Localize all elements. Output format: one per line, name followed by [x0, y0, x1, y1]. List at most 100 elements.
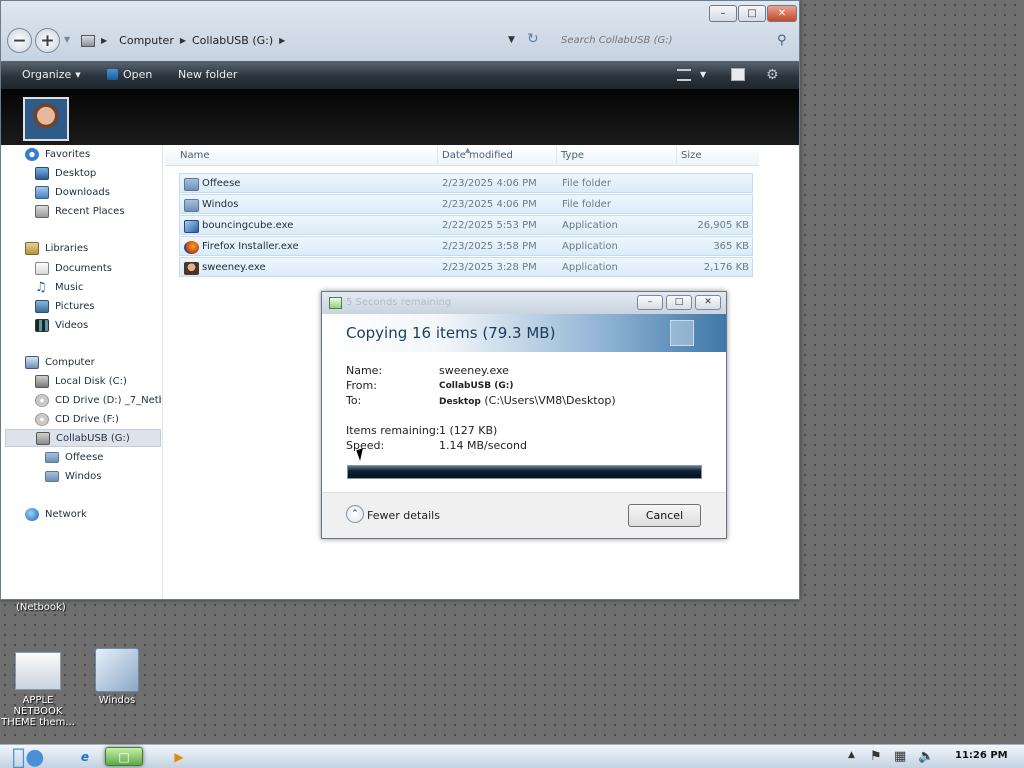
fewer-details-link[interactable]: Fewer details [367, 509, 440, 522]
view-options-icon[interactable] [677, 69, 691, 81]
computer-icon [81, 34, 95, 47]
nav-videos[interactable]: Videos [35, 316, 88, 334]
column-size[interactable]: Size [681, 150, 702, 161]
cancel-button[interactable]: Cancel [628, 504, 701, 527]
media-player-icon[interactable]: ▶ [162, 747, 196, 766]
from-value[interactable]: CollabUSB (G:) [439, 381, 513, 391]
nav-label: Network [45, 508, 87, 520]
nav-music[interactable]: Music [35, 278, 83, 296]
help-icon[interactable]: ⚙ [766, 67, 779, 83]
nav-folder-offeese[interactable]: Offeese [45, 448, 103, 466]
items-remaining-label: Items remaining: [346, 424, 440, 437]
column-date-modified[interactable]: Date modified [442, 150, 513, 161]
maximize-button[interactable]: □ [738, 5, 766, 22]
column-divider[interactable] [437, 146, 438, 166]
minimize-button[interactable]: – [709, 5, 737, 22]
nav-network[interactable]: Network [25, 505, 87, 523]
forward-button[interactable]: + [35, 28, 60, 53]
start-apple-icon[interactable]: ● [12, 745, 44, 768]
nav-local-disk-c[interactable]: Local Disk (C:) [35, 372, 127, 390]
back-button[interactable]: − [7, 28, 32, 53]
column-divider[interactable] [556, 146, 557, 166]
internet-explorer-icon[interactable]: e [68, 747, 102, 766]
nav-favorites[interactable]: Favorites [25, 145, 90, 163]
clock[interactable]: 11:26 PM [955, 750, 1008, 761]
theme-document-icon[interactable] [15, 652, 61, 690]
file-row-bouncingcube[interactable]: bouncingcube.exe 2/22/2025 5:53 PM Appli… [179, 215, 753, 235]
folder-icon[interactable] [95, 648, 139, 692]
taskbar-explorer-button[interactable]: □ [105, 747, 143, 766]
breadcrumb-computer[interactable]: Computer [119, 34, 174, 47]
file-size: 2,176 KB [703, 262, 749, 273]
from-label: From: [346, 379, 377, 392]
column-divider[interactable] [676, 146, 677, 166]
nav-pictures[interactable]: Pictures [35, 297, 95, 315]
column-name[interactable]: Name [180, 150, 210, 161]
cd-drive-icon [35, 412, 49, 426]
folder-icon [184, 178, 199, 191]
nav-desktop[interactable]: Desktop [35, 164, 96, 182]
chevron-down-icon[interactable]: ▼ [700, 70, 706, 79]
file-row-windos[interactable]: Windos 2/23/2025 4:06 PM File folder [179, 194, 753, 214]
chevron-right-icon[interactable]: ▶ [180, 36, 186, 45]
dialog-close-button[interactable]: ✕ [695, 295, 721, 310]
to-value-path: (C:\Users\VM8\Desktop) [484, 394, 616, 407]
file-row-sweeney[interactable]: sweeney.exe 2/23/2025 3:28 PM Applicatio… [179, 257, 753, 277]
cd-drive-icon [35, 393, 49, 407]
nav-collabusb-g[interactable]: CollabUSB (G:) [5, 429, 161, 447]
nav-libraries[interactable]: Libraries [25, 239, 88, 257]
new-folder-button[interactable]: New folder [178, 68, 237, 81]
network-tray-icon[interactable]: ▦ [894, 749, 906, 764]
desktop-icon-label[interactable]: Windos [90, 695, 144, 706]
file-row-firefox-installer[interactable]: Firefox Installer.exe 2/23/2025 3:58 PM … [179, 236, 753, 256]
cube-app-icon [184, 220, 199, 233]
search-input[interactable] [561, 35, 771, 46]
nav-downloads[interactable]: Downloads [35, 183, 110, 201]
hard-disk-icon [35, 374, 49, 388]
name-value: sweeney.exe [439, 364, 509, 377]
recent-pages-dropdown[interactable]: ▼ [64, 35, 70, 44]
taskbar: ● e □ ▶ ▲ ⚑ ▦ 🔈 11:26 PM [0, 744, 1024, 768]
dialog-maximize-button[interactable]: □ [666, 295, 692, 310]
nav-cd-drive-d[interactable]: CD Drive (D:) _7_Netbo [35, 391, 161, 409]
nav-folder-windos[interactable]: Windos [45, 467, 101, 485]
file-type: File folder [562, 199, 611, 210]
chevron-right-icon[interactable]: ▶ [101, 36, 107, 45]
flag-icon[interactable]: ⚑ [870, 749, 882, 764]
speed-value: 1.14 MB/second [439, 439, 527, 452]
address-bar[interactable]: ▶ Computer ▶ CollabUSB (G:) ▶ [77, 29, 547, 52]
file-type: Application [562, 241, 618, 252]
chevron-up-icon[interactable]: ⌃ [346, 505, 364, 523]
column-header: ▲ Name Date modified Type Size [165, 146, 759, 166]
window-controls: – □ ✕ [708, 5, 797, 22]
preview-pane-icon[interactable] [731, 68, 745, 81]
file-row-offeese[interactable]: Offeese 2/23/2025 4:06 PM File folder [179, 173, 753, 193]
refresh-icon[interactable]: ↻ [527, 31, 539, 47]
chevron-right-icon[interactable]: ▶ [279, 36, 285, 45]
nav-documents[interactable]: Documents [35, 259, 112, 277]
new-folder-label: New folder [178, 68, 238, 81]
nav-recent-places[interactable]: Recent Places [35, 202, 125, 220]
firefox-icon [184, 241, 199, 254]
computer-icon [25, 355, 39, 369]
open-button[interactable]: Open [107, 68, 152, 81]
to-value[interactable]: Desktop (C:\Users\VM8\Desktop) [439, 394, 616, 407]
breadcrumb-collabusb[interactable]: CollabUSB (G:) [192, 34, 273, 47]
close-button[interactable]: ✕ [767, 5, 797, 22]
organize-button[interactable]: Organize ▼ [22, 68, 81, 81]
column-type[interactable]: Type [561, 150, 584, 161]
search-box[interactable]: ⚲ [557, 29, 793, 52]
file-size: 365 KB [713, 241, 749, 252]
desktop-icon-label[interactable]: APPLE NETBOOK THEME them... [0, 695, 76, 728]
desktop-icon [35, 166, 49, 180]
address-dropdown-icon[interactable]: ▼ [508, 35, 515, 45]
dialog-minimize-button[interactable]: – [637, 295, 663, 310]
search-icon[interactable]: ⚲ [777, 33, 787, 48]
nav-label: Favorites [45, 148, 91, 160]
tray-expand-icon[interactable]: ▲ [848, 750, 855, 760]
nav-cd-drive-f[interactable]: CD Drive (F:) [35, 410, 119, 428]
volume-muted-icon[interactable]: 🔈 [918, 749, 934, 764]
nav-label: Local Disk (C:) [55, 375, 127, 387]
nav-computer[interactable]: Computer [25, 353, 95, 371]
nav-label: CollabUSB (G:) [56, 432, 130, 444]
